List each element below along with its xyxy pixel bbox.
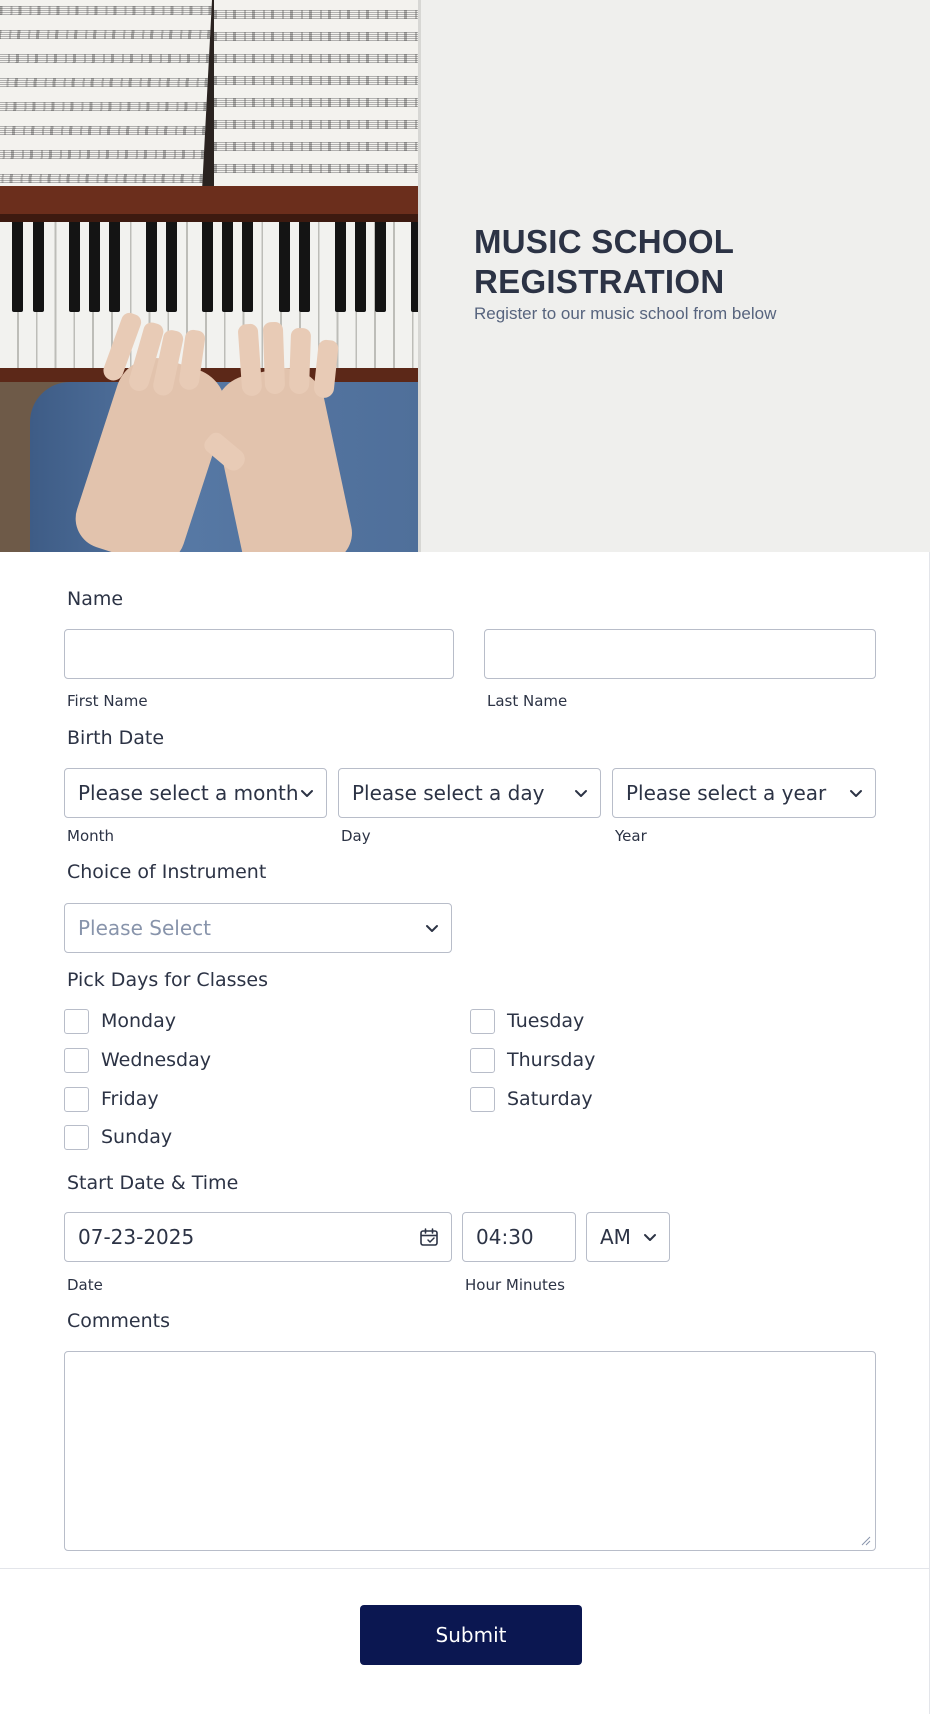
instrument-select[interactable]: Please Select — [64, 903, 452, 953]
chevron-down-icon — [301, 790, 313, 797]
checkbox[interactable] — [470, 1009, 495, 1034]
day-select[interactable]: Please select a day — [338, 768, 601, 818]
ampm-select-value: AM — [600, 1225, 631, 1249]
year-select-value: Please select a year — [626, 781, 827, 805]
first-name-input[interactable] — [64, 629, 454, 679]
title-line-1: MUSIC SCHOOL — [474, 223, 735, 260]
title-line-2: REGISTRATION — [474, 263, 725, 300]
start-time-input[interactable]: 04:30 — [462, 1212, 576, 1262]
chevron-down-icon — [644, 1234, 656, 1241]
start-date-value: 07-23-2025 — [78, 1225, 195, 1249]
page-title: MUSIC SCHOOL REGISTRATION — [474, 222, 894, 302]
birth-date-label: Birth Date — [67, 727, 165, 749]
year-sublabel: Year — [615, 827, 647, 845]
checkbox[interactable] — [64, 1009, 89, 1034]
day-option-label: Monday — [101, 1010, 177, 1032]
name-label: Name — [67, 588, 124, 610]
ampm-select[interactable]: AM — [586, 1212, 670, 1262]
instrument-label: Choice of Instrument — [67, 861, 267, 883]
start-datetime-label: Start Date & Time — [67, 1172, 239, 1194]
start-time-value: 04:30 — [476, 1225, 534, 1249]
chevron-down-icon — [575, 790, 587, 797]
day-option-label: Tuesday — [507, 1010, 585, 1032]
checkbox[interactable] — [64, 1048, 89, 1073]
day-option-label: Thursday — [507, 1049, 596, 1071]
month-select-value: Please select a month — [78, 781, 299, 805]
date-sublabel: Date — [67, 1276, 103, 1294]
chevron-down-icon — [426, 925, 438, 932]
time-sublabel: Hour Minutes — [465, 1276, 565, 1294]
submit-button[interactable]: Submit — [360, 1605, 582, 1665]
checkbox[interactable] — [64, 1087, 89, 1112]
start-date-input[interactable]: 07-23-2025 — [64, 1212, 452, 1262]
day-option-label: Wednesday — [101, 1049, 212, 1071]
page-subtitle: Register to our music school from below — [474, 304, 777, 323]
checkbox[interactable] — [470, 1087, 495, 1112]
day-option-label: Friday — [101, 1088, 159, 1110]
month-select[interactable]: Please select a month — [64, 768, 327, 818]
month-sublabel: Month — [67, 827, 115, 845]
comments-textarea[interactable] — [64, 1351, 876, 1551]
checkbox[interactable] — [470, 1048, 495, 1073]
day-option-label: Saturday — [507, 1088, 593, 1110]
checkbox[interactable] — [64, 1125, 89, 1150]
chevron-down-icon — [850, 790, 862, 797]
instrument-select-placeholder: Please Select — [78, 916, 211, 940]
days-label: Pick Days for Classes — [67, 969, 269, 991]
calendar-icon[interactable] — [419, 1227, 439, 1247]
first-name-sublabel: First Name — [67, 692, 148, 710]
last-name-sublabel: Last Name — [487, 692, 568, 710]
day-sublabel: Day — [341, 827, 371, 845]
footer-divider — [0, 1568, 930, 1569]
resize-handle-icon[interactable] — [861, 1536, 871, 1546]
comments-label: Comments — [67, 1310, 170, 1332]
year-select[interactable]: Please select a year — [612, 768, 876, 818]
piano-hands-photo — [0, 0, 420, 552]
form-header: MUSIC SCHOOL REGISTRATION Register to ou… — [0, 0, 930, 552]
last-name-input[interactable] — [484, 629, 876, 679]
day-option-label: Sunday — [101, 1126, 173, 1148]
day-select-value: Please select a day — [352, 781, 545, 805]
